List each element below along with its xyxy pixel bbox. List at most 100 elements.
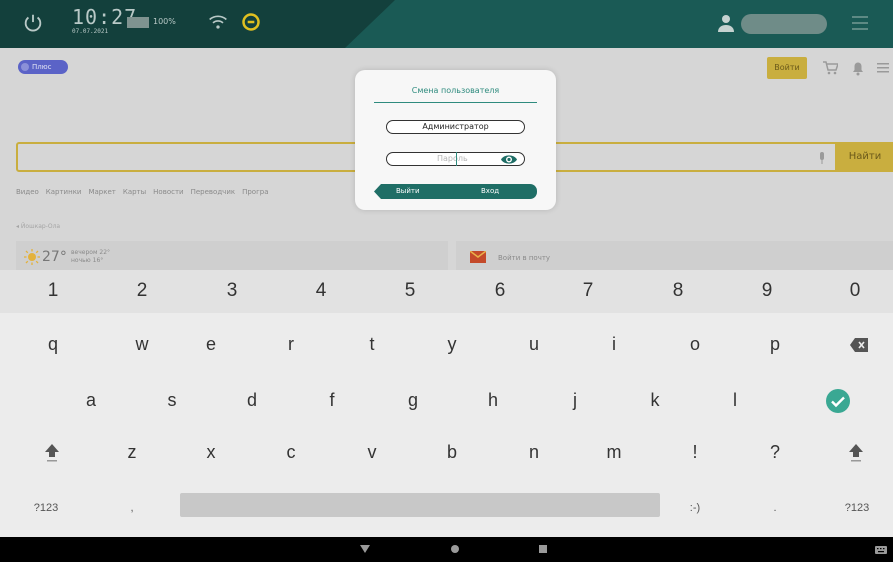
key-8[interactable]: 8 — [648, 280, 708, 302]
key-symbols-right[interactable]: ?123 — [827, 502, 887, 514]
key-d[interactable]: d — [222, 390, 282, 411]
key-i[interactable]: i — [584, 334, 644, 355]
eye-icon[interactable] — [501, 154, 517, 165]
shift-right-icon[interactable] — [849, 444, 863, 462]
nav-item-maps[interactable]: Карты — [123, 188, 146, 196]
key-z[interactable]: z — [102, 442, 162, 463]
power-icon[interactable] — [22, 12, 44, 34]
plus-logo-icon — [21, 63, 29, 71]
wifi-icon — [209, 15, 227, 29]
plus-logo[interactable]: Плюс — [18, 60, 68, 74]
search-button[interactable]: Найти — [837, 142, 893, 172]
key-0[interactable]: 0 — [825, 280, 885, 302]
key-smiley[interactable]: :-) — [665, 502, 725, 514]
nav-item-programs[interactable]: Програ — [242, 188, 268, 196]
key-q[interactable]: q — [23, 334, 83, 355]
home-circle-icon[interactable] — [451, 545, 459, 553]
mail-card[interactable]: Войти в почту — [456, 241, 893, 270]
user-icon[interactable] — [717, 13, 735, 33]
nav-item-video[interactable]: Видео — [16, 188, 39, 196]
forecast-evening: вечером 22° — [71, 249, 111, 256]
key-3[interactable]: 3 — [202, 280, 262, 302]
key-o[interactable]: o — [665, 334, 725, 355]
number-row: 1 2 3 4 5 6 7 8 9 0 — [0, 270, 893, 313]
login-button[interactable]: Войти — [767, 57, 807, 79]
key-j[interactable]: j — [545, 390, 605, 411]
key-2[interactable]: 2 — [112, 280, 172, 302]
forecast-night: ночью 16° — [71, 257, 104, 264]
status-bar: 10:27 07.07.2021 100% — [0, 0, 893, 48]
cart-icon[interactable] — [822, 60, 838, 76]
key-a[interactable]: a — [61, 390, 121, 411]
mail-login-link: Войти в почту — [498, 254, 551, 262]
region-text: Йошкар-Ола — [20, 223, 61, 230]
user-name-pill[interactable] — [741, 14, 827, 34]
clock-date: 07.07.2021 — [72, 28, 109, 35]
key-e[interactable]: e — [181, 334, 241, 355]
nav-item-translator[interactable]: Переводчик — [191, 188, 235, 196]
dialog-title: Смена пользователя — [411, 86, 500, 95]
username-field[interactable]: Администратор — [386, 120, 525, 134]
menu-icon[interactable] — [850, 13, 870, 33]
key-f[interactable]: f — [302, 390, 362, 411]
nav-item-market[interactable]: Маркет — [88, 188, 115, 196]
key-k[interactable]: k — [625, 390, 685, 411]
key-u[interactable]: u — [504, 334, 564, 355]
key-g[interactable]: g — [383, 390, 443, 411]
key-c[interactable]: c — [261, 442, 321, 463]
mail-icon — [470, 251, 486, 263]
page-menu-icon[interactable] — [877, 62, 889, 74]
nav-item-news[interactable]: Новости — [153, 188, 183, 196]
key-y[interactable]: y — [422, 334, 482, 355]
key-v[interactable]: v — [342, 442, 402, 463]
key-question[interactable]: ? — [745, 442, 805, 463]
microphone-icon[interactable] — [818, 152, 826, 164]
key-1[interactable]: 1 — [23, 280, 83, 302]
key-l[interactable]: l — [705, 390, 765, 411]
key-exclamation[interactable]: ! — [665, 442, 725, 463]
backspace-icon[interactable] — [850, 338, 868, 352]
weather-temp: 27° — [42, 249, 67, 265]
key-w[interactable]: w — [112, 334, 172, 355]
key-comma[interactable]: , — [102, 502, 162, 514]
plus-logo-label: Плюс — [32, 63, 52, 71]
nav-item-images[interactable]: Картинки — [46, 188, 82, 196]
key-period[interactable]: . — [745, 502, 805, 514]
key-b[interactable]: b — [422, 442, 482, 463]
enter-button[interactable]: Вход — [451, 184, 537, 199]
region-label[interactable]: ◂ Йошкар-Ола — [16, 223, 60, 230]
weather-card[interactable]: 27° вечером 22° ночью 16° — [16, 241, 448, 270]
key-t[interactable]: t — [342, 334, 402, 355]
keyboard-switch-icon[interactable] — [875, 546, 887, 554]
back-triangle-icon[interactable] — [360, 545, 370, 553]
dialog-buttons: Выйти Вход — [374, 184, 537, 199]
space-key[interactable] — [180, 493, 660, 517]
key-r[interactable]: r — [261, 334, 321, 355]
key-7[interactable]: 7 — [558, 280, 618, 302]
key-6[interactable]: 6 — [470, 280, 530, 302]
service-nav: Видео Картинки Маркет Карты Новости Пере… — [16, 188, 269, 196]
key-9[interactable]: 9 — [737, 280, 797, 302]
exit-button[interactable]: Выйти — [374, 184, 460, 199]
key-s[interactable]: s — [142, 390, 202, 411]
key-p[interactable]: p — [745, 334, 805, 355]
key-h[interactable]: h — [463, 390, 523, 411]
system-nav-bar — [0, 537, 893, 562]
switch-user-dialog: Смена пользователя Администратор Пароль … — [355, 70, 556, 210]
key-4[interactable]: 4 — [291, 280, 351, 302]
text-cursor — [456, 152, 457, 166]
shift-left-icon[interactable] — [45, 444, 59, 462]
key-5[interactable]: 5 — [380, 280, 440, 302]
recents-square-icon[interactable] — [539, 545, 547, 553]
done-check-icon[interactable] — [825, 388, 851, 414]
key-symbols-left[interactable]: ?123 — [16, 502, 76, 514]
battery-icon — [127, 17, 149, 28]
key-m[interactable]: m — [584, 442, 644, 463]
sun-icon — [24, 249, 40, 265]
key-x[interactable]: x — [181, 442, 241, 463]
weather-forecast: вечером 22° ночью 16° — [71, 249, 110, 265]
cards: 27° вечером 22° ночью 16° Войти в почту — [16, 241, 893, 270]
onscreen-keyboard: 1 2 3 4 5 6 7 8 9 0 q w e r t y u i o p … — [0, 270, 893, 537]
key-n[interactable]: n — [504, 442, 564, 463]
bell-icon[interactable] — [851, 60, 865, 76]
